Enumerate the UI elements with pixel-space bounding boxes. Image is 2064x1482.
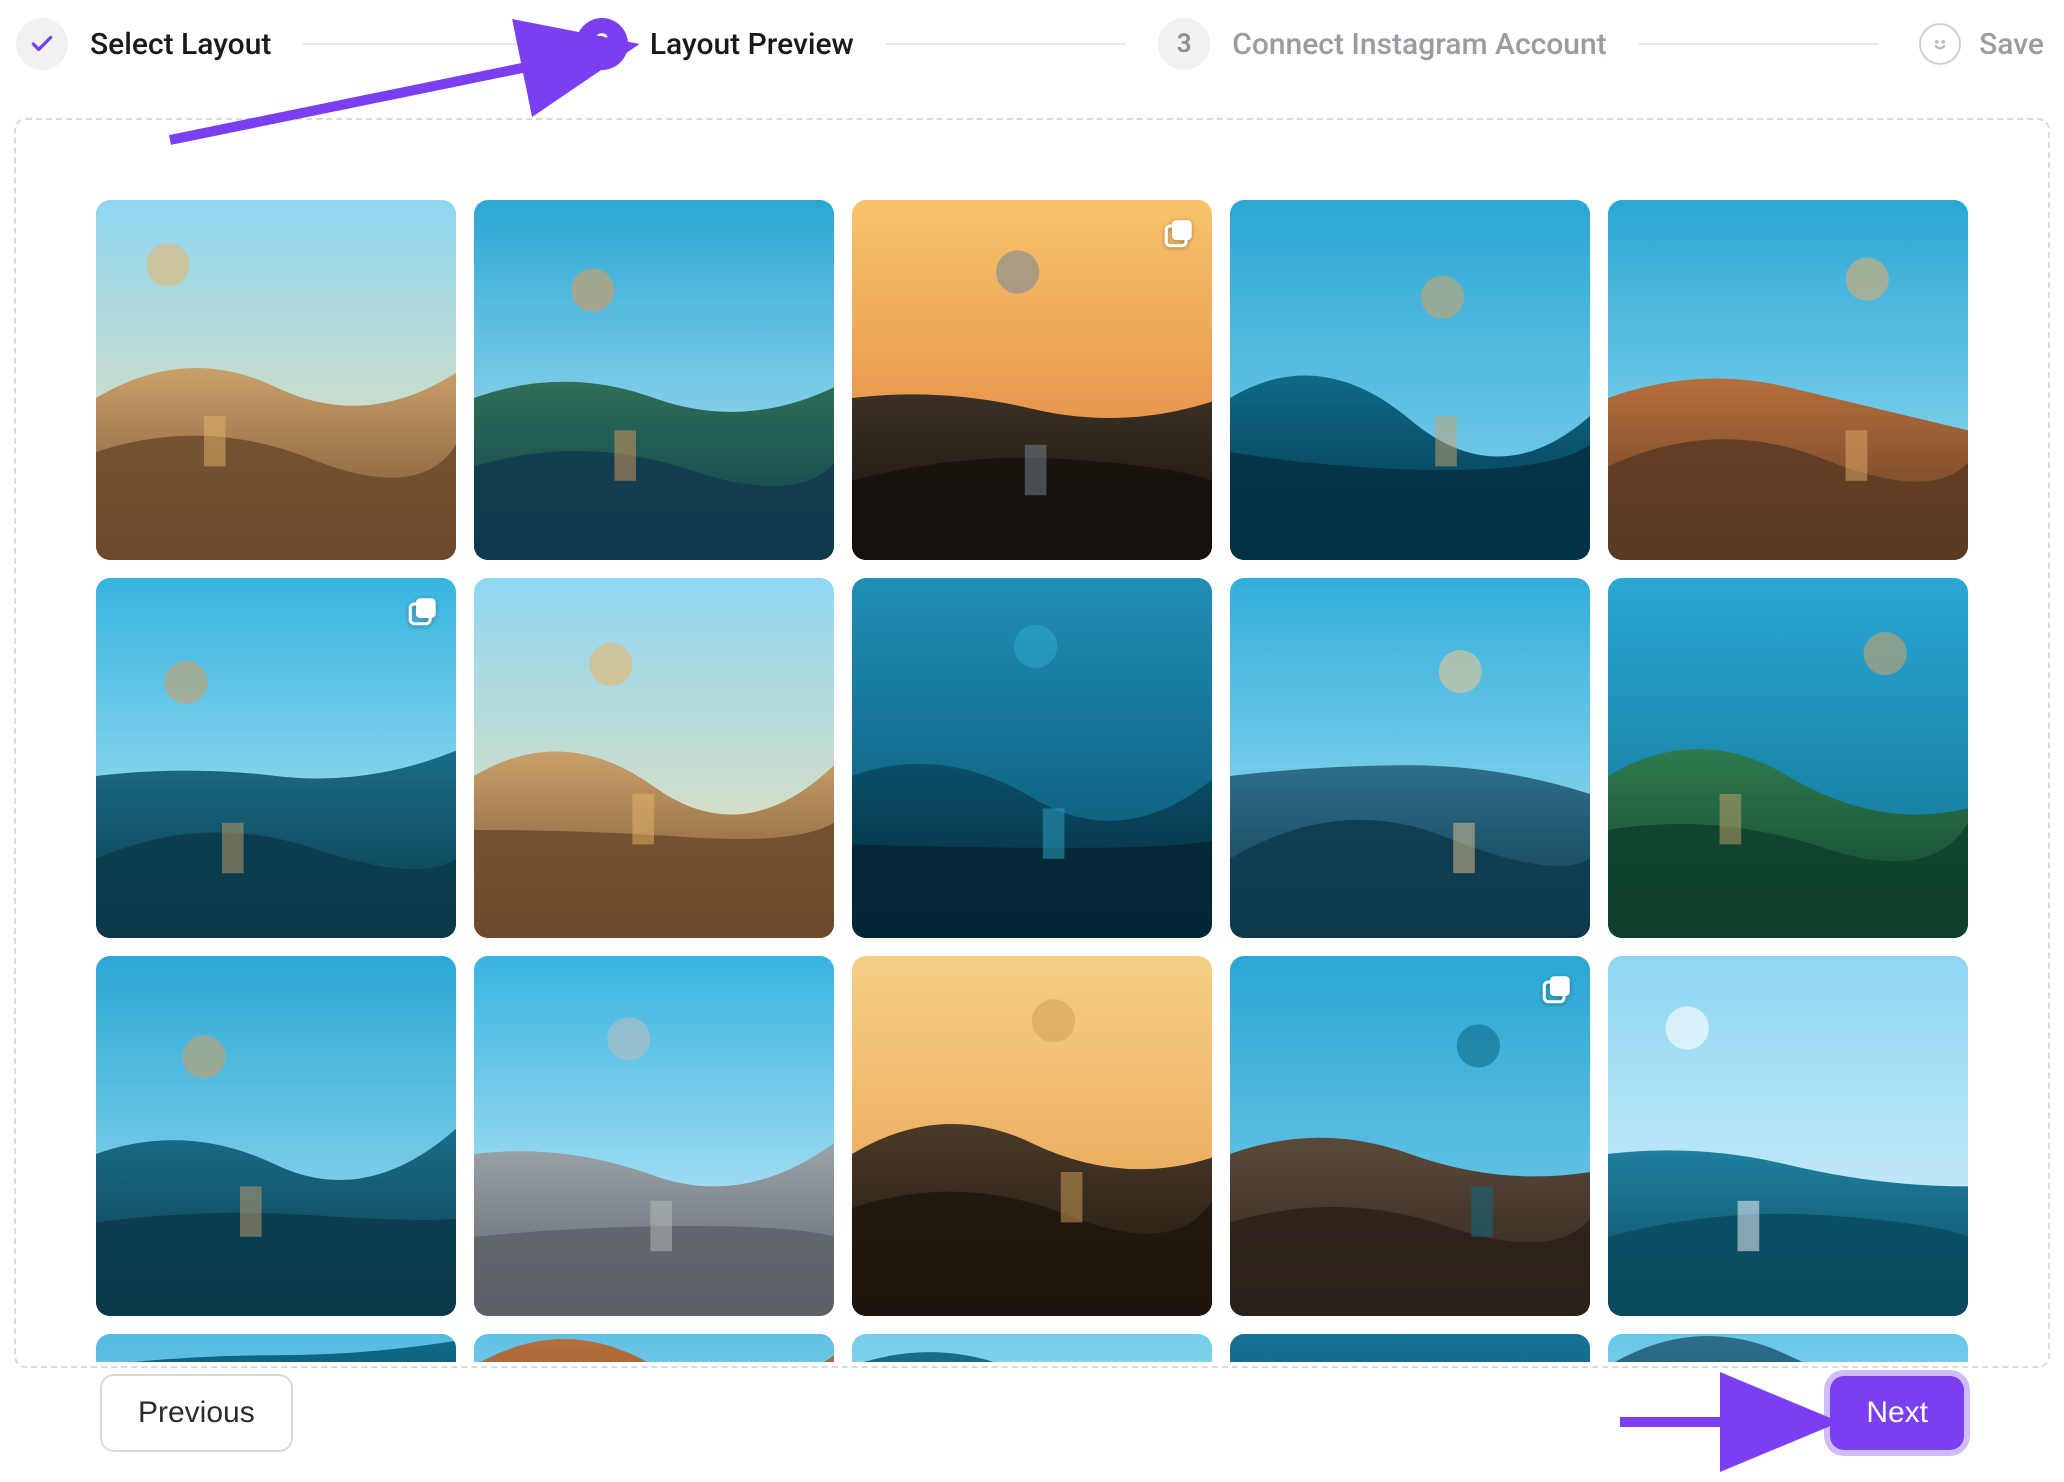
preview-grid xyxy=(96,200,1968,1316)
step-select-layout[interactable]: Select Layout xyxy=(16,18,271,70)
save-label: Save xyxy=(1979,27,2044,62)
step-label: Connect Instagram Account xyxy=(1232,27,1606,62)
grid-tile[interactable] xyxy=(852,956,1212,1316)
grid-tile[interactable] xyxy=(1608,578,1968,938)
smile-icon xyxy=(1919,23,1961,65)
grid-tile[interactable] xyxy=(1230,578,1590,938)
step-number-badge: 2 xyxy=(576,18,628,70)
grid-tile[interactable] xyxy=(1230,956,1590,1316)
carousel-icon xyxy=(1540,972,1574,1006)
grid-tile-peek[interactable] xyxy=(474,1334,834,1362)
grid-tile-peek[interactable] xyxy=(852,1334,1212,1362)
check-icon xyxy=(16,18,68,70)
step-number-badge: 3 xyxy=(1158,18,1210,70)
grid-tile-peek[interactable] xyxy=(96,1334,456,1362)
grid-tile-peek[interactable] xyxy=(1608,1334,1968,1362)
step-layout-preview[interactable]: 2 Layout Preview xyxy=(576,18,854,70)
step-label: Layout Preview xyxy=(650,27,854,62)
carousel-icon xyxy=(1162,216,1196,250)
save-step[interactable]: Save xyxy=(1919,23,2044,65)
grid-tile[interactable] xyxy=(96,956,456,1316)
step-connector xyxy=(886,43,1126,45)
wizard-stepper: Select Layout 2 Layout Preview 3 Connect… xyxy=(0,0,2064,88)
layout-preview-panel xyxy=(14,118,2050,1368)
next-button[interactable]: Next xyxy=(1830,1376,1964,1450)
grid-tile[interactable] xyxy=(852,200,1212,560)
step-connect-instagram[interactable]: 3 Connect Instagram Account xyxy=(1158,18,1606,70)
step-connector xyxy=(1639,43,1879,45)
grid-tile[interactable] xyxy=(474,578,834,938)
grid-tile[interactable] xyxy=(1230,200,1590,560)
previous-button[interactable]: Previous xyxy=(100,1374,293,1452)
step-connector xyxy=(303,43,543,45)
grid-tile[interactable] xyxy=(474,956,834,1316)
step-label: Select Layout xyxy=(90,27,271,62)
grid-tile[interactable] xyxy=(96,200,456,560)
wizard-footer: Previous Next xyxy=(14,1374,2050,1452)
carousel-icon xyxy=(406,594,440,628)
grid-tile[interactable] xyxy=(96,578,456,938)
grid-tile[interactable] xyxy=(1608,956,1968,1316)
grid-tile[interactable] xyxy=(1608,200,1968,560)
grid-tile[interactable] xyxy=(852,578,1212,938)
preview-grid-peek xyxy=(96,1334,1968,1362)
grid-tile-peek[interactable] xyxy=(1230,1334,1590,1362)
grid-tile[interactable] xyxy=(474,200,834,560)
